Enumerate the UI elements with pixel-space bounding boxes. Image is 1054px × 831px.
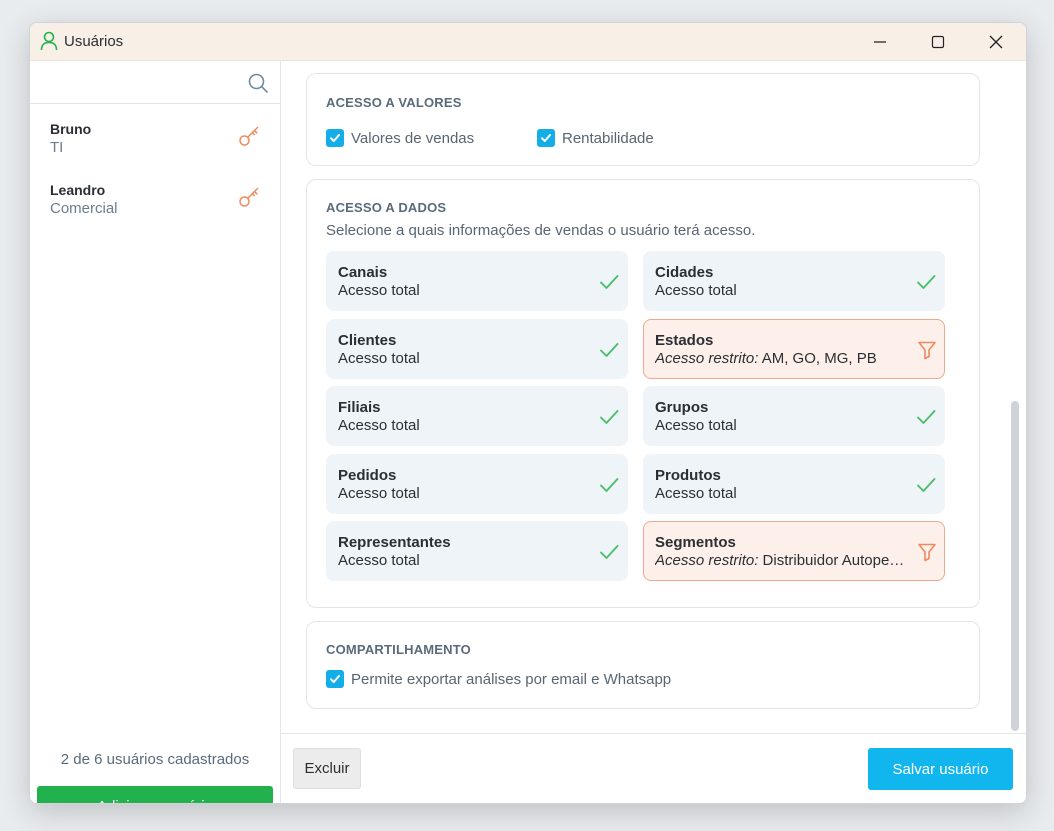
checkmark-icon <box>541 134 551 142</box>
tile-name: Segmentos <box>655 534 736 551</box>
close-icon <box>989 35 1003 48</box>
sharing-card: COMPARTILHAMENTO Permite exportar anális… <box>306 621 980 709</box>
section-title: ACESSO A VALORES <box>326 95 462 110</box>
maximize-icon <box>931 35 945 48</box>
search-input[interactable] <box>42 69 246 97</box>
tile-name: Estados <box>655 331 714 349</box>
tile-access-status: Acesso restrito: Distribuidor Autopeças <box>655 552 910 569</box>
key-icon <box>239 187 259 207</box>
tile-name: Grupos <box>655 399 709 416</box>
user-details-panel: ACESSO A VALORES Valores de vendas Renta… <box>281 61 1026 803</box>
maximize-button[interactable] <box>909 23 967 60</box>
filter-icon <box>918 543 936 562</box>
tile-name: Representantes <box>338 534 451 551</box>
values-access-card: ACESSO A VALORES Valores de vendas Renta… <box>306 73 980 166</box>
data-tile-produtos[interactable]: Produtos Acesso total <box>643 453 945 514</box>
profitability-label: Rentabilidade <box>562 130 654 147</box>
restricted-values: AM, GO, MG, PB <box>761 349 877 367</box>
check-icon <box>917 275 936 289</box>
sales-values-label: Valores de vendas <box>351 130 475 147</box>
tile-access-status: Acesso total <box>338 282 420 299</box>
tile-access-status: Acesso total <box>655 282 737 299</box>
search-bar <box>30 61 280 104</box>
data-tile-filiais[interactable]: Filiais Acesso total <box>326 386 628 446</box>
user-name: Bruno <box>50 121 92 137</box>
section-title: COMPARTILHAMENTO <box>326 642 471 657</box>
check-icon <box>600 410 619 424</box>
tile-name: Cidades <box>655 264 714 281</box>
check-icon <box>600 545 619 559</box>
user-list-item-bruno[interactable]: Bruno TI <box>30 113 280 171</box>
tile-name: Produtos <box>655 466 721 484</box>
check-icon <box>917 477 936 492</box>
data-tile-estados[interactable]: Estados Acesso restrito: AM, GO, MG, PB <box>643 318 945 379</box>
sales-values-checkbox[interactable] <box>326 129 344 147</box>
filter-icon <box>918 341 936 359</box>
data-tile-representantes[interactable]: Representantes Acesso total <box>326 521 628 581</box>
search-icon[interactable] <box>247 72 269 94</box>
data-access-card: ACESSO A DADOS Selecione a quais informa… <box>306 179 980 608</box>
data-tile-segmentos[interactable]: Segmentos Acesso restrito: Distribuidor A… <box>643 521 945 581</box>
user-role: TI <box>50 139 64 156</box>
user-icon <box>40 31 58 51</box>
tile-name: Filiais <box>338 399 381 416</box>
checkmark-icon <box>330 134 340 142</box>
title-bar: Usuários <box>30 23 1026 61</box>
data-tile-pedidos[interactable]: Pedidos Acesso total <box>326 453 628 514</box>
tile-access-status: Acesso restrito: AM, GO, MG, PB <box>655 350 910 367</box>
key-icon <box>239 126 259 146</box>
close-button[interactable] <box>967 23 1025 60</box>
data-tile-clientes[interactable]: Clientes Acesso total <box>326 318 628 379</box>
check-icon <box>600 477 619 492</box>
tile-access-status: Acesso total <box>338 552 420 569</box>
save-user-button[interactable]: Salvar usuário <box>868 748 1013 790</box>
user-role: Comercial <box>50 200 118 217</box>
tile-access-status: Acesso total <box>655 484 737 502</box>
users-sidebar: Bruno TI Leandro Comercial 2 de 6 usuári… <box>30 61 281 803</box>
profitability-checkbox[interactable] <box>537 129 555 147</box>
export-permission-label: Permite exportar análises por email e Wh… <box>351 671 672 688</box>
tile-access-status: Acesso total <box>338 484 420 502</box>
section-subtitle: Selecione a quais informações de vendas … <box>326 222 756 239</box>
tile-access-status: Acesso total <box>338 349 420 367</box>
add-user-button[interactable]: Adicionar usuário <box>37 786 273 803</box>
vertical-scrollbar[interactable] <box>1011 401 1019 731</box>
users-window: Usuários Bruno TI Leandro Comercial 2 de… <box>29 22 1027 804</box>
restricted-values: Distribuidor Autopeças <box>762 552 910 569</box>
data-tile-grupos[interactable]: Grupos Acesso total <box>643 386 945 446</box>
tile-name: Pedidos <box>338 466 397 484</box>
tile-access-status: Acesso total <box>655 417 737 434</box>
delete-button[interactable]: Excluir <box>293 748 361 789</box>
export-permission-checkbox[interactable] <box>326 670 344 688</box>
check-icon <box>600 275 619 289</box>
tile-access-status: Acesso total <box>338 417 420 434</box>
tile-name: Clientes <box>338 331 397 349</box>
data-tile-canais[interactable]: Canais Acesso total <box>326 251 628 311</box>
restricted-prefix: Acesso restrito: <box>655 349 759 367</box>
user-name: Leandro <box>50 182 106 198</box>
tile-name: Canais <box>338 264 388 281</box>
user-count-text: 2 de 6 usuários cadastrados <box>60 751 250 768</box>
data-tile-cidades[interactable]: Cidades Acesso total <box>643 251 945 311</box>
window-title: Usuários <box>64 33 124 50</box>
check-icon <box>600 342 619 357</box>
minimize-icon <box>874 40 886 43</box>
footer-actions: Excluir Salvar usuário <box>281 733 1026 803</box>
check-icon <box>917 410 936 424</box>
minimize-button[interactable] <box>851 23 909 60</box>
user-list-item-leandro[interactable]: Leandro Comercial <box>30 174 280 232</box>
restricted-prefix: Acesso restrito: <box>655 552 759 569</box>
section-title: ACESSO A DADOS <box>326 200 447 215</box>
checkmark-icon <box>330 675 340 683</box>
